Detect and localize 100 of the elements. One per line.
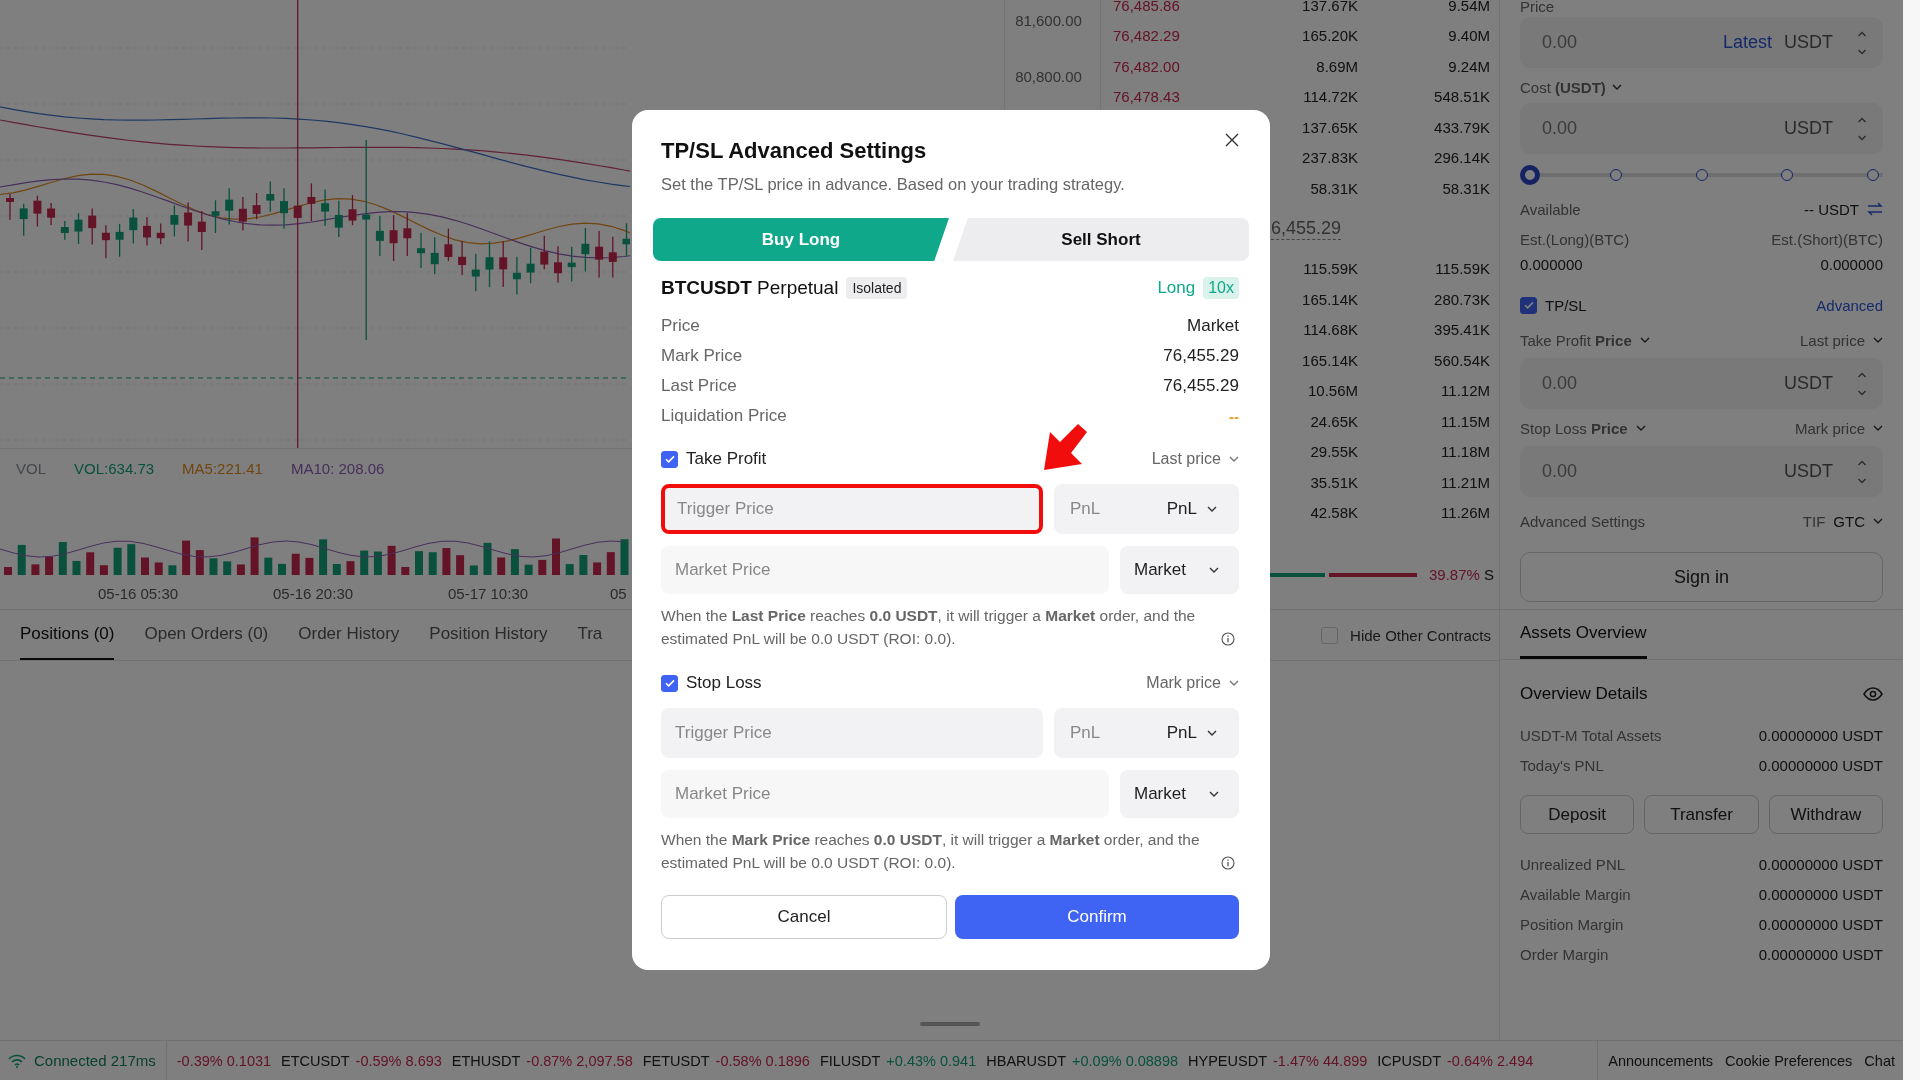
price-field[interactable]: 0.00 USDT [1520,358,1883,409]
ticker-symbol[interactable]: HYPEUSDT [1188,1052,1267,1069]
tab[interactable]: Open Orders (0) [144,610,269,660]
chevron-down-icon [1209,567,1219,573]
action-button[interactable]: Transfer [1644,795,1759,834]
position-side: Long [1157,278,1196,298]
chevron-down-icon [1207,730,1217,736]
unit-label: USDT [1784,461,1833,482]
order-total: 560.54K [1434,351,1490,369]
market-price-field[interactable]: Market Price [661,546,1109,594]
ticker-symbol[interactable]: ETCUSDT [281,1052,350,1069]
stepper-icon[interactable] [1857,115,1867,142]
trigger-price-field[interactable]: Trigger Price [661,484,1043,534]
pnl-select[interactable]: PnL [1166,723,1197,743]
info-value: -- [1229,407,1239,425]
slider-step-icon[interactable] [1781,169,1794,181]
price-input[interactable]: 0.00 [1540,460,1772,483]
checkbox[interactable] [661,450,678,468]
pnl-input[interactable]: PnL [1068,722,1157,744]
side-tab[interactable]: Buy Long [653,218,949,261]
action-button[interactable]: Withdraw [1768,795,1883,834]
available-value: -- USDT [1804,200,1859,218]
tab[interactable]: Order History [298,610,400,660]
field-label[interactable]: Cost (USDT) [1520,78,1606,96]
scrollbar[interactable] [1903,0,1920,1080]
field-label[interactable]: Take Profit Price [1520,331,1632,349]
ticker-symbol[interactable]: HBARUSDT [986,1052,1066,1069]
ratio-value: 39.87% [1429,566,1480,583]
order-size: 24.65K [1310,412,1358,430]
latest-link[interactable]: Latest [1722,32,1772,53]
slider-step-icon[interactable] [1609,169,1622,181]
price-field[interactable]: 0.00 USDT [1520,446,1883,497]
market-price-field[interactable]: Market Price [661,770,1109,818]
trigger-select[interactable]: Mark price [1146,674,1221,692]
tab[interactable]: Position History [429,610,548,660]
footer-link[interactable]: Chat [1864,1052,1895,1069]
cancel-button[interactable]: Cancel [661,895,947,939]
tab[interactable]: Positions (0) [20,610,115,660]
unit-label: USDT [1784,32,1833,53]
tab[interactable]: Tra [577,610,603,660]
tab[interactable]: Assets Overview [1520,610,1647,659]
swap-icon[interactable] [1867,202,1883,216]
order-size: 10.56M [1307,382,1358,400]
advanced-link[interactable]: Advanced [1816,296,1883,314]
ticker-symbol[interactable]: ICPUSDT [1377,1052,1441,1069]
price-field[interactable]: 0.00 Latest USDT [1520,17,1883,68]
order-total: 115.59K [1435,260,1490,278]
field-label: Price [1520,0,1556,16]
ticker-change: -0.59% 8.693 [355,1052,442,1069]
footer-link[interactable]: Cookie Preferences [1725,1052,1853,1069]
side-label: S [1483,566,1494,583]
time-axis-label: 05-17 10:30 [448,585,529,602]
ticker-symbol[interactable]: FETUSDT [642,1052,710,1069]
info-icon[interactable] [1221,856,1235,870]
trigger-select[interactable]: Mark price [1795,419,1865,437]
checkbox[interactable] [661,674,678,692]
trigger-select[interactable]: Last price [1151,450,1221,468]
checkbox-label: Take Profit [686,449,767,469]
field-label[interactable]: Stop Loss Price [1520,419,1628,437]
resize-handle[interactable] [920,1022,980,1026]
ticker-symbol[interactable]: FILUSDT [819,1052,881,1069]
asset-label: Today's PNL [1520,756,1604,774]
side-tab[interactable]: Sell Short [953,218,1249,261]
slider-step-icon[interactable] [1695,169,1708,181]
checkbox[interactable] [1520,296,1537,314]
order-total: 548.51K [1434,88,1490,106]
pnl-select[interactable]: PnL [1166,499,1197,519]
mid-price[interactable]: 6,455.29 [1271,217,1342,240]
order-size: 165.14K [1302,290,1358,308]
close-icon[interactable] [1225,133,1239,147]
pnl-input[interactable]: PnL [1068,498,1157,520]
ticker-change: -0.58% 0.1896 [715,1052,810,1069]
eye-icon[interactable] [1863,687,1883,701]
ticker-symbol[interactable]: ETHUSDT [451,1052,521,1069]
info-icon[interactable] [1221,632,1235,646]
tif-select[interactable]: GTC [1833,512,1865,530]
pnl-field[interactable]: PnL PnL [1054,708,1239,758]
stepper-icon[interactable] [1857,370,1867,397]
slider-step-icon[interactable] [1867,169,1879,181]
price-input[interactable]: 0.00 [1540,31,1711,54]
footer-link[interactable]: Announcements [1608,1052,1713,1069]
order-type-select[interactable]: Market [1120,770,1239,818]
action-button[interactable]: Deposit [1520,795,1635,834]
contract-name: BTCUSDT Perpetual [661,277,839,299]
cost-field[interactable]: 0.00 USDT [1520,103,1883,154]
confirm-button[interactable]: Confirm [955,895,1239,939]
slider-thumb[interactable] [1520,165,1540,185]
trigger-price-field[interactable]: Trigger Price [661,708,1043,758]
cost-input[interactable]: 0.00 [1540,117,1772,140]
trigger-select[interactable]: Last price [1799,331,1865,349]
wifi-icon [8,1053,26,1068]
estimate-label: Est.(Short)(BTC) [1771,230,1883,248]
pnl-field[interactable]: PnL PnL [1054,484,1239,534]
stepper-icon[interactable] [1857,458,1867,485]
order-type-select[interactable]: Market [1120,546,1239,594]
check-icon [663,677,676,689]
price-input[interactable]: 0.00 [1540,372,1772,395]
tif-label: TIF [1802,512,1826,530]
stepper-icon[interactable] [1857,29,1867,56]
sign-in-button[interactable]: Sign in [1520,552,1883,602]
